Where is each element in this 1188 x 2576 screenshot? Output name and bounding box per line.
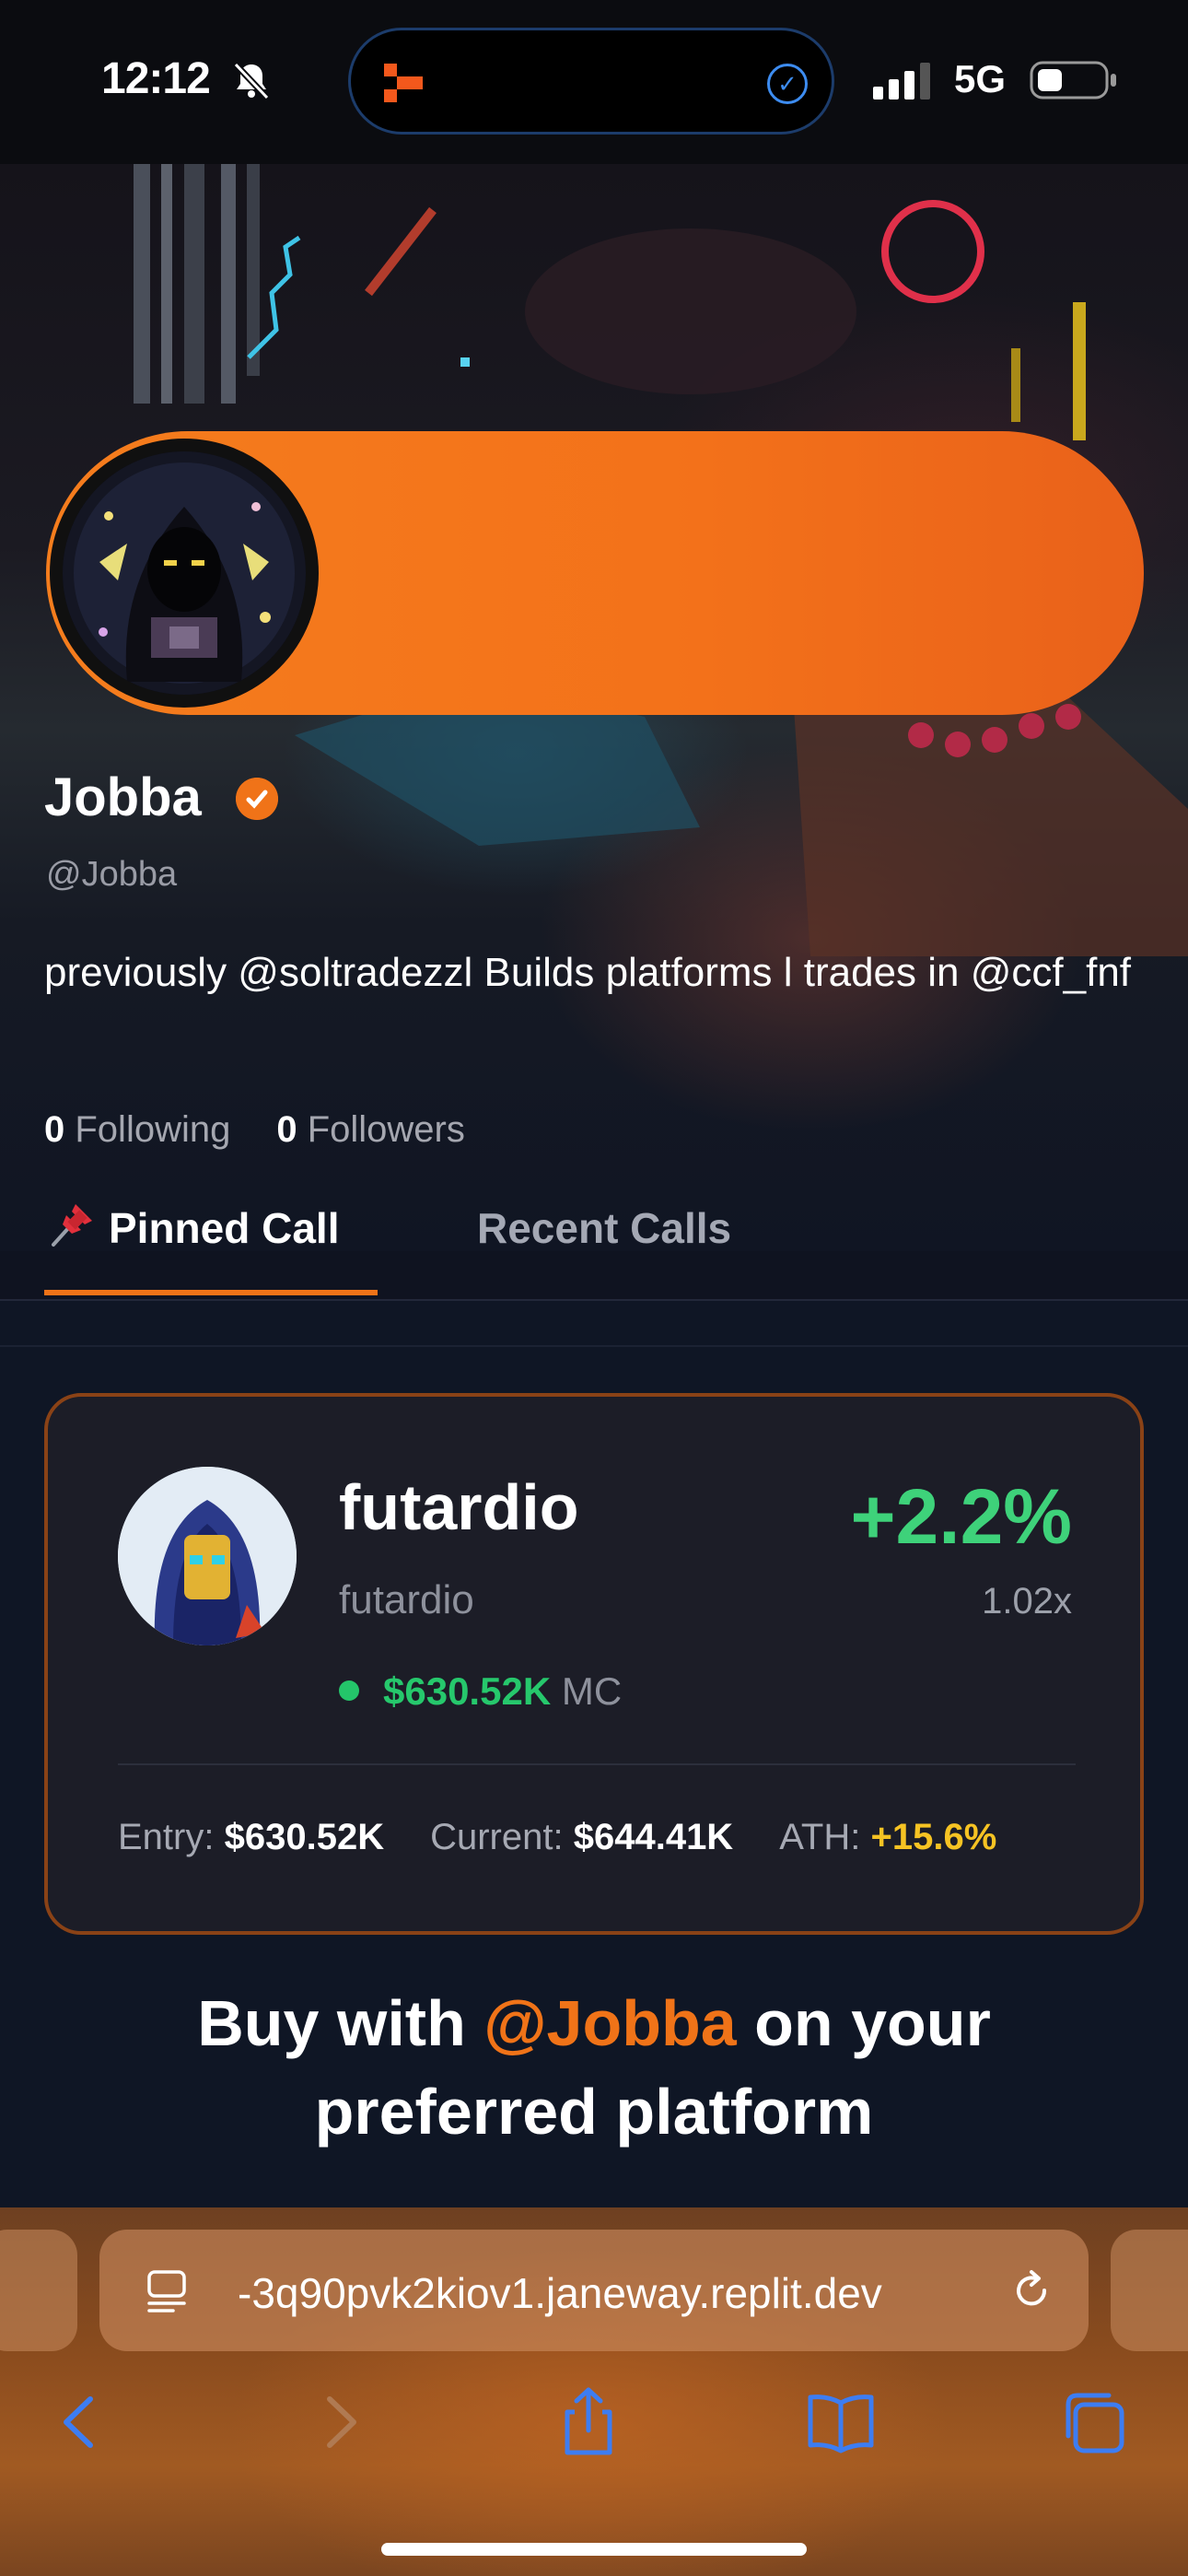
followers-count: 0 [276, 1109, 297, 1150]
following-label: Following [75, 1109, 231, 1150]
page-menu-icon[interactable] [146, 2268, 188, 2314]
signal-bars-icon [873, 63, 930, 100]
share-icon[interactable] [547, 2381, 630, 2464]
section-divider [0, 1345, 1188, 1347]
ath-label: ATH: [779, 1817, 861, 1857]
previous-tab-preview[interactable] [0, 2230, 77, 2351]
tab-pinned-call[interactable]: Pinned Call [44, 1188, 378, 1295]
price-multiplier: 1.02x [982, 1581, 1072, 1622]
following-stat[interactable]: 0 Following [44, 1109, 230, 1151]
url-text: -3q90pvk2kiov1.janeway.replit.dev [238, 2269, 882, 2317]
current-metric: Current: $644.41K [430, 1817, 733, 1858]
ath-value: +15.6% [870, 1817, 997, 1857]
verified-badge-icon [236, 778, 278, 820]
follow-stats: 0 Following 0 Followers [44, 1109, 465, 1151]
bell-slash-icon [233, 62, 270, 100]
network-type: 5G [954, 57, 1007, 100]
entry-label: Entry: [118, 1817, 215, 1857]
check-circle-icon: ✓ [767, 64, 808, 104]
tab-recent-calls[interactable]: Recent Calls [477, 1188, 731, 1295]
market-cap-suffix: MC [561, 1669, 623, 1713]
profile-handle: @Jobba [46, 855, 178, 894]
token-name: futardio [339, 1471, 579, 1543]
token-ticker: futardio [339, 1577, 474, 1622]
pinned-call-card[interactable]: futardio futardio $630.52K MC +2.2% 1.02… [44, 1393, 1144, 1935]
browser-toolbar: -3q90pvk2kiov1.janeway.replit.dev [0, 2207, 1188, 2576]
call-metrics: Entry: $630.52K Current: $644.41K ATH: +… [118, 1817, 996, 1858]
followers-stat[interactable]: 0 Followers [276, 1109, 465, 1151]
call-tabs: Pinned Call Recent Calls [0, 1188, 1188, 1299]
pushpin-icon [52, 1204, 92, 1247]
token-avatar [118, 1467, 297, 1645]
app-logo-icon [384, 64, 423, 102]
cta-suffix: on your [754, 1987, 991, 2059]
address-bar[interactable]: -3q90pvk2kiov1.janeway.replit.dev [99, 2230, 1089, 2351]
reload-icon[interactable] [1007, 2266, 1055, 2314]
forward-icon[interactable] [298, 2381, 381, 2464]
home-indicator[interactable] [381, 2543, 807, 2556]
dynamic-island[interactable]: ✓ [348, 28, 834, 135]
hooded-figure-image [63, 451, 306, 695]
market-cap: $630.52K MC [383, 1669, 622, 1714]
following-count: 0 [44, 1109, 65, 1150]
followers-label: Followers [307, 1109, 465, 1150]
tabs-icon[interactable] [1054, 2381, 1136, 2464]
ath-metric: ATH: +15.6% [779, 1817, 996, 1858]
price-change-percent: +2.2% [850, 1473, 1072, 1560]
entry-metric: Entry: $630.52K [118, 1817, 384, 1858]
current-label: Current: [430, 1817, 564, 1857]
status-time: 12:12 [101, 54, 211, 103]
card-divider [118, 1763, 1076, 1765]
buy-cta-heading: Buy with @Jobba on your preferred platfo… [0, 1979, 1188, 2156]
next-tab-preview[interactable] [1111, 2230, 1188, 2351]
entry-value: $630.52K [224, 1817, 385, 1857]
back-icon[interactable] [39, 2381, 122, 2464]
cta-line2: preferred platform [314, 2076, 874, 2148]
current-value: $644.41K [573, 1817, 734, 1857]
tab-pinned-label: Pinned Call [109, 1204, 340, 1252]
browser-nav-row [0, 2381, 1188, 2482]
cta-handle-link[interactable]: @Jobba [483, 1987, 736, 2059]
profile-bio: previously @soltradezzl Builds platforms… [44, 950, 1132, 995]
avatar[interactable] [50, 439, 319, 708]
profile-name: Jobba [44, 767, 202, 827]
live-status-dot [339, 1680, 359, 1701]
market-cap-value: $630.52K [383, 1669, 552, 1713]
bookmarks-icon[interactable] [799, 2381, 882, 2464]
battery-icon [1030, 61, 1116, 100]
token-robot-image [118, 1467, 297, 1645]
cta-prefix: Buy with [197, 1987, 466, 2059]
status-bar: 12:12 ✓ 5G [0, 0, 1188, 164]
